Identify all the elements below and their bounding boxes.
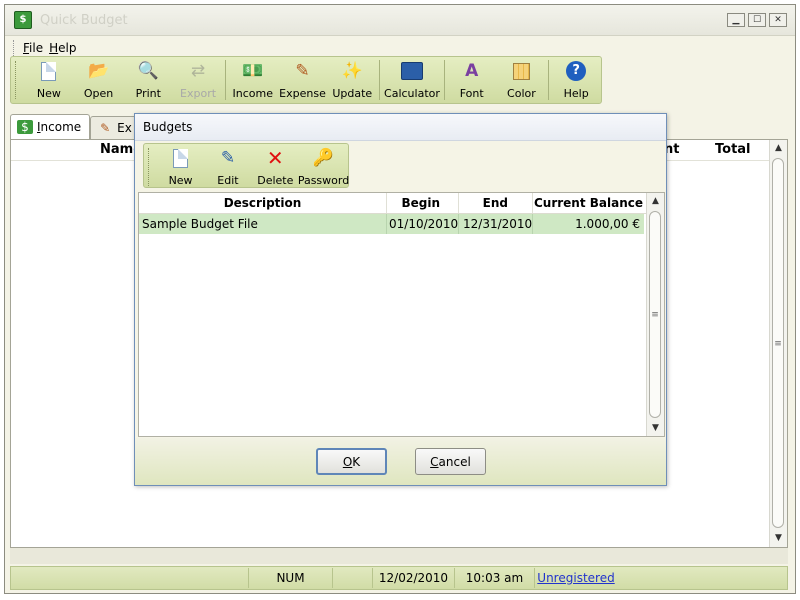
dialog-footer: OK Cancel	[135, 438, 666, 485]
cell-end: 12/31/2010	[459, 214, 533, 234]
menu-file[interactable]: File	[23, 41, 43, 55]
toolbar-separator	[548, 60, 550, 100]
toolbar-separator	[379, 60, 381, 100]
expense-icon: ✎	[295, 61, 310, 81]
calculator-button[interactable]: Calculator	[382, 57, 442, 101]
toolbar-separator	[224, 60, 226, 100]
budgets-dialog: Budgets New ✎ Edit ✕ Delete 🔑 Password D…	[134, 113, 667, 486]
status-bar: NUM 12/02/2010 10:03 am Unregistered	[10, 566, 788, 590]
scroll-down-icon[interactable]: ▼	[770, 530, 787, 546]
font-button[interactable]: A Font	[447, 57, 497, 101]
edit-icon: ✎	[220, 148, 236, 168]
help-button[interactable]: ? Help	[551, 57, 601, 101]
delete-icon: ✕	[266, 146, 284, 170]
cancel-button[interactable]: Cancel	[415, 448, 486, 475]
column-header-begin[interactable]: Begin	[387, 193, 459, 213]
new-document-icon	[38, 60, 60, 82]
export-icon: ⇄	[190, 61, 206, 81]
calculator-icon	[400, 60, 423, 82]
status-time: 10:03 am	[455, 568, 535, 588]
column-header-current-balance[interactable]: Current Balance	[533, 193, 647, 213]
status-num: NUM	[249, 568, 333, 588]
cell-current-balance: 1.000,00 €	[575, 217, 640, 231]
password-button[interactable]: 🔑 Password	[298, 144, 349, 188]
toolbar-separator	[443, 60, 445, 100]
delete-budget-button[interactable]: ✕ Delete	[252, 144, 299, 188]
color-button[interactable]: Color	[497, 57, 547, 101]
cell-description: Sample Budget File	[139, 214, 387, 234]
window-title: Quick Budget	[40, 12, 128, 28]
income-table-scrollbar[interactable]: ▲ ≡ ▼	[769, 140, 787, 547]
column-header-total[interactable]: Total	[715, 142, 751, 157]
print-button[interactable]: 🔍 Print	[123, 57, 173, 101]
status-cell-empty	[333, 568, 373, 588]
scroll-up-icon[interactable]: ▲	[770, 140, 787, 156]
folder-open-icon: 📂	[87, 61, 110, 81]
close-button[interactable]: ✕	[769, 13, 787, 27]
column-header-description[interactable]: Description	[139, 193, 387, 213]
maximize-button[interactable]: ☐	[748, 13, 766, 27]
scroll-up-icon[interactable]: ▲	[647, 193, 664, 209]
registration-link[interactable]: Unregistered	[535, 568, 617, 588]
table-row[interactable]: Sample Budget File 01/10/2010 12/31/2010…	[139, 214, 644, 234]
tab-strip: $ Income ✎ Ex	[10, 114, 141, 140]
dialog-title[interactable]: Budgets	[135, 114, 666, 141]
budgets-table-scrollbar[interactable]: ▲ ≡ ▼	[646, 193, 664, 436]
bottom-strip	[10, 548, 788, 564]
open-button[interactable]: 📂 Open	[74, 57, 124, 101]
tab-expense-label: Ex	[117, 121, 132, 135]
export-button[interactable]: ⇄ Export	[173, 57, 223, 101]
scrollbar-thumb[interactable]: ≡	[772, 158, 784, 528]
cell-begin: 01/10/2010	[387, 214, 459, 234]
tab-income-label: Income	[37, 120, 82, 134]
new-document-icon	[170, 147, 192, 169]
new-budget-button[interactable]: New	[157, 144, 204, 188]
expense-button[interactable]: ✎ Expense	[278, 57, 328, 101]
toolbar-grip	[148, 148, 153, 186]
help-icon: ?	[565, 60, 587, 82]
print-preview-icon: 🔍	[137, 61, 159, 81]
column-header-end[interactable]: End	[459, 193, 533, 213]
status-cell-empty	[11, 568, 249, 588]
menu-grip	[13, 40, 17, 56]
tab-income[interactable]: $ Income	[10, 114, 91, 139]
update-button[interactable]: ✨ Update	[327, 57, 377, 101]
income-button[interactable]: 💵 Income	[228, 57, 278, 101]
ok-button[interactable]: OK	[316, 448, 387, 475]
expense-icon: ✎	[100, 121, 111, 135]
scroll-down-icon[interactable]: ▼	[647, 420, 664, 436]
magic-wand-icon: ✨	[341, 61, 363, 81]
menu-help[interactable]: Help	[49, 41, 76, 55]
money-icon: 💵	[242, 61, 264, 81]
color-grid-icon	[510, 60, 532, 82]
dialog-toolbar: New ✎ Edit ✕ Delete 🔑 Password	[143, 143, 349, 188]
status-date: 12/02/2010	[373, 568, 455, 588]
main-toolbar: New 📂 Open 🔍 Print ⇄ Export 💵 Income ✎ E…	[10, 56, 602, 104]
new-button[interactable]: New	[24, 57, 74, 101]
money-icon: $	[17, 120, 33, 134]
toolbar-grip	[15, 61, 20, 99]
budgets-table[interactable]: Description Begin End Current Balance Sa…	[138, 192, 665, 437]
key-icon: 🔑	[312, 148, 335, 168]
budgets-table-header: Description Begin End Current Balance	[139, 193, 647, 214]
edit-budget-button[interactable]: ✎ Edit	[204, 144, 251, 188]
scrollbar-thumb[interactable]: ≡	[649, 211, 661, 418]
minimize-button[interactable]: ▁	[727, 13, 745, 27]
title-bar[interactable]: $ Quick Budget ▁ ☐ ✕	[5, 5, 795, 36]
font-icon: A	[465, 61, 479, 81]
app-logo-icon: $	[14, 11, 32, 29]
window-controls: ▁ ☐ ✕	[727, 13, 787, 27]
